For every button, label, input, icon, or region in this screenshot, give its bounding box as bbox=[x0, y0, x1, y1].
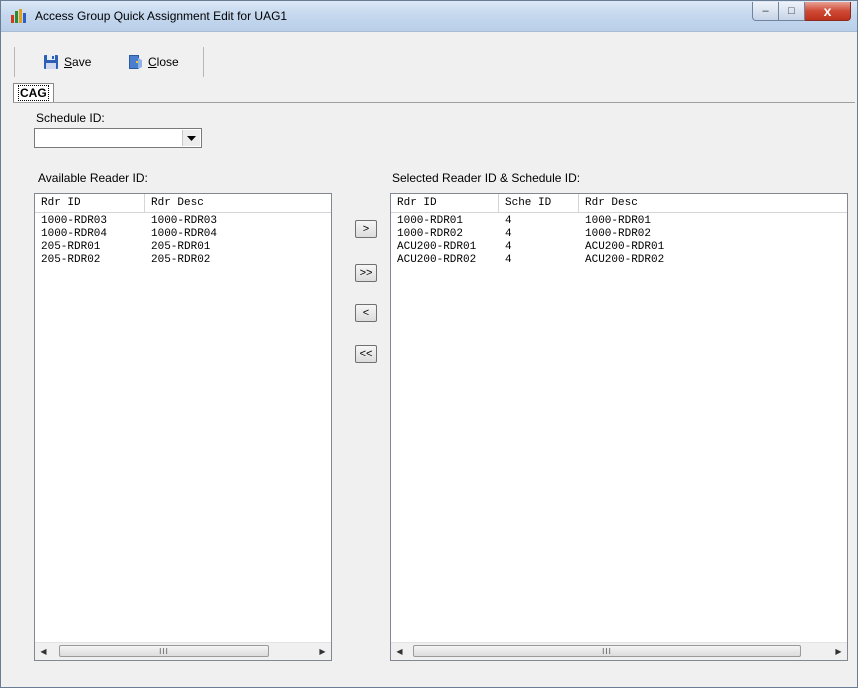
list-cell: 4 bbox=[505, 228, 512, 240]
list-cell: ACU200-RDR02 bbox=[397, 254, 477, 266]
remove-one-button[interactable]: < bbox=[355, 304, 377, 322]
save-label: Save bbox=[64, 55, 92, 69]
list-item[interactable]: 1000-RDR04 1000-RDR04 bbox=[35, 228, 331, 241]
list-cell: 4 bbox=[505, 254, 512, 266]
close-icon: x bbox=[823, 3, 832, 19]
column-header-rdr-id[interactable]: Rdr ID bbox=[391, 194, 499, 212]
list-item[interactable]: 1000-RDR02 4 1000-RDR02 bbox=[391, 228, 847, 241]
list-cell: ACU200-RDR01 bbox=[585, 241, 665, 253]
triangle-down-icon bbox=[187, 135, 196, 141]
list-cell: 205-RDR02 bbox=[151, 254, 211, 266]
list-cell: 4 bbox=[505, 215, 512, 227]
schedule-id-label: Schedule ID: bbox=[36, 111, 105, 125]
minimize-button[interactable]: – bbox=[752, 2, 779, 21]
list-item[interactable]: 205-RDR02 205-RDR02 bbox=[35, 254, 331, 267]
selected-horizontal-scrollbar[interactable]: ◀ III ▶ bbox=[391, 642, 847, 660]
window-title: Access Group Quick Assignment Edit for U… bbox=[35, 9, 288, 23]
list-item[interactable]: 1000-RDR01 4 1000-RDR01 bbox=[391, 215, 847, 228]
scroll-thumb[interactable]: III bbox=[413, 645, 801, 657]
list-item[interactable]: 1000-RDR03 1000-RDR03 bbox=[35, 215, 331, 228]
list-cell: 1000-RDR03 bbox=[151, 215, 218, 227]
list-cell: 4 bbox=[505, 241, 512, 253]
floppy-disk-icon bbox=[44, 55, 58, 69]
list-item[interactable]: 205-RDR01 205-RDR01 bbox=[35, 241, 331, 254]
add-all-button[interactable]: >> bbox=[355, 264, 377, 282]
schedule-id-dropdown[interactable] bbox=[34, 128, 202, 148]
list-cell: ACU200-RDR02 bbox=[585, 254, 665, 266]
selected-list-header: Rdr ID Sche ID Rdr Desc bbox=[391, 194, 847, 213]
list-cell: 1000-RDR04 bbox=[151, 228, 218, 240]
list-cell: 205-RDR01 bbox=[41, 241, 101, 253]
bar-chart-icon bbox=[11, 9, 26, 23]
scroll-left-icon[interactable]: ◀ bbox=[391, 643, 408, 660]
available-list-header: Rdr ID Rdr Desc bbox=[35, 194, 331, 213]
close-window-button[interactable]: x bbox=[805, 2, 851, 21]
list-cell: 1000-RDR01 bbox=[585, 215, 652, 227]
app-window: Access Group Quick Assignment Edit for U… bbox=[0, 0, 858, 688]
title-bar[interactable]: Access Group Quick Assignment Edit for U… bbox=[1, 1, 857, 32]
column-header-rdr-desc[interactable]: Rdr Desc bbox=[145, 194, 331, 212]
available-horizontal-scrollbar[interactable]: ◀ III ▶ bbox=[35, 642, 331, 660]
scroll-left-icon[interactable]: ◀ bbox=[35, 643, 52, 660]
list-item[interactable]: ACU200-RDR02 4 ACU200-RDR02 bbox=[391, 254, 847, 267]
list-cell: 1000-RDR02 bbox=[585, 228, 652, 240]
minimize-icon: – bbox=[762, 5, 769, 17]
list-cell: 1000-RDR01 bbox=[397, 215, 464, 227]
column-header-rdr-desc[interactable]: Rdr Desc bbox=[579, 194, 847, 212]
save-button[interactable]: Save bbox=[43, 53, 91, 71]
toolbar: Save Close bbox=[14, 47, 204, 77]
list-cell: ACU200-RDR01 bbox=[397, 241, 477, 253]
list-cell: 1000-RDR03 bbox=[41, 215, 108, 227]
list-cell: 205-RDR01 bbox=[151, 241, 211, 253]
scroll-right-icon[interactable]: ▶ bbox=[314, 643, 331, 660]
selected-reader-list[interactable]: Rdr ID Sche ID Rdr Desc 1000-RDR01 4 1000-… bbox=[390, 193, 848, 661]
available-reader-label: Available Reader ID: bbox=[38, 171, 148, 185]
maximize-button[interactable]: □ bbox=[779, 2, 805, 21]
close-label: Close bbox=[148, 55, 179, 69]
column-header-rdr-id[interactable]: Rdr ID bbox=[35, 194, 145, 212]
scroll-right-icon[interactable]: ▶ bbox=[830, 643, 847, 660]
scroll-thumb[interactable]: III bbox=[59, 645, 269, 657]
list-cell: 205-RDR02 bbox=[41, 254, 101, 266]
tab-cag[interactable]: CAG bbox=[13, 83, 54, 103]
tab-cag-label: CAG bbox=[18, 85, 49, 101]
available-reader-list[interactable]: Rdr ID Rdr Desc 1000-RDR03 1000-RDR03 1000… bbox=[34, 193, 332, 661]
list-cell: 1000-RDR04 bbox=[41, 228, 108, 240]
maximize-icon: □ bbox=[788, 5, 795, 17]
door-exit-icon bbox=[129, 55, 142, 69]
selected-reader-label: Selected Reader ID & Schedule ID: bbox=[392, 171, 581, 185]
list-item[interactable]: ACU200-RDR01 4 ACU200-RDR01 bbox=[391, 241, 847, 254]
window-controls: – □ x bbox=[752, 2, 851, 22]
remove-all-button[interactable]: << bbox=[355, 345, 377, 363]
dropdown-arrow-button[interactable] bbox=[182, 130, 200, 146]
add-one-button[interactable]: > bbox=[355, 220, 377, 238]
column-header-sche-id[interactable]: Sche ID bbox=[499, 194, 579, 212]
close-button[interactable]: Close bbox=[127, 53, 179, 71]
list-cell: 1000-RDR02 bbox=[397, 228, 464, 240]
